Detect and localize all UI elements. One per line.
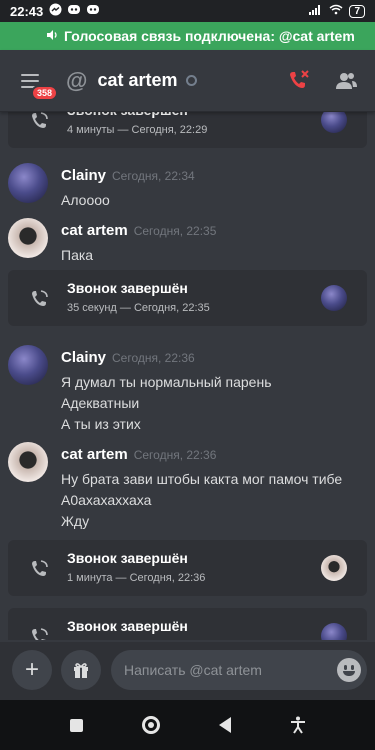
messenger-icon (49, 3, 62, 19)
message-text: А ты из этих (61, 416, 141, 432)
hangup-call-icon[interactable] (285, 68, 311, 94)
voice-status-text: Голосовая связь подключена: @cat artem (64, 28, 355, 44)
wifi-icon (329, 4, 343, 18)
call-ended-card: Звонок завершён 35 секунд — Сегодня, 22:… (8, 270, 367, 326)
message-text: А0ахахаххаха (61, 492, 152, 508)
speaker-icon (46, 29, 58, 44)
message-composer: + Написать @cat artem (0, 642, 375, 700)
message-text: Жду (61, 513, 90, 529)
avatar[interactable] (8, 163, 48, 203)
message-input-placeholder: Написать @cat artem (124, 662, 262, 678)
gift-icon (74, 663, 88, 678)
page-title: cat artem (97, 70, 178, 90)
add-attachment-button[interactable]: + (12, 650, 52, 690)
signal-icon (309, 4, 323, 18)
battery-icon: 7 (349, 4, 365, 18)
members-icon[interactable] (333, 68, 359, 94)
message-timestamp: Сегодня, 22:36 (112, 351, 195, 365)
accessibility-icon[interactable] (290, 716, 306, 734)
call-duration: 35 секунд — Сегодня, 22:35 (67, 302, 210, 314)
avatar (321, 285, 347, 311)
call-ended-card: Звонок завершён (8, 608, 367, 640)
call-title: Звонок завершён (67, 618, 188, 634)
message-text: Пака (61, 247, 94, 263)
call-ended-icon (28, 626, 50, 640)
gift-button[interactable] (61, 650, 101, 690)
author-name[interactable]: cat artem (61, 446, 128, 463)
back-icon[interactable] (218, 717, 231, 733)
emoji-icon[interactable] (337, 658, 361, 682)
author-name[interactable]: cat artem (61, 222, 128, 239)
message-list[interactable]: Звонок завершён 4 минуты — Сегодня, 22:2… (0, 100, 375, 640)
message-text: Я думал ты нормальный парень (61, 374, 272, 390)
status-bar: 22:43 7 (0, 0, 375, 22)
home-icon[interactable] (141, 716, 160, 734)
call-title: Звонок завершён (67, 280, 188, 296)
menu-button[interactable]: 358 (8, 59, 58, 103)
avatar[interactable] (8, 218, 48, 258)
message-text: Алоооо (61, 192, 110, 208)
hamburger-icon (21, 73, 39, 76)
unread-badge: 358 (30, 84, 58, 101)
call-ended-icon (28, 288, 50, 310)
call-duration: 1 минута — Сегодня, 22:36 (67, 572, 206, 584)
avatar[interactable] (8, 345, 48, 385)
author-name[interactable]: Clainy (61, 167, 106, 184)
author-name[interactable]: Clainy (61, 349, 106, 366)
message-timestamp: Сегодня, 22:36 (133, 448, 217, 462)
call-ended-icon (28, 558, 50, 580)
at-icon: @ (66, 67, 88, 93)
clock: 22:43 (10, 3, 44, 19)
message-input[interactable]: Написать @cat artem (111, 650, 367, 690)
message-timestamp: Сегодня, 22:34 (112, 169, 195, 183)
message-timestamp: Сегодня, 22:35 (133, 224, 217, 238)
discord-icon (86, 4, 100, 18)
call-title: Звонок завершён (67, 550, 188, 566)
call-ended-icon (28, 110, 50, 132)
offline-status-icon (185, 75, 197, 86)
message-text: Адекватныи (61, 395, 140, 411)
channel-header: 358 @ cat artem (0, 50, 375, 112)
call-ended-card: Звонок завершён 1 минута — Сегодня, 22:3… (8, 540, 367, 596)
system-nav-bar (0, 700, 375, 750)
voice-connected-banner[interactable]: Голосовая связь подключена: @cat artem (0, 22, 375, 50)
avatar (321, 623, 347, 640)
avatar[interactable] (8, 442, 48, 482)
avatar (321, 555, 347, 581)
call-duration: 4 минуты — Сегодня, 22:29 (67, 124, 208, 136)
recents-icon[interactable] (69, 718, 83, 732)
discord-icon (67, 4, 81, 18)
message-text: Ну брата зави штобы какта мог памоч тибе (61, 471, 343, 487)
